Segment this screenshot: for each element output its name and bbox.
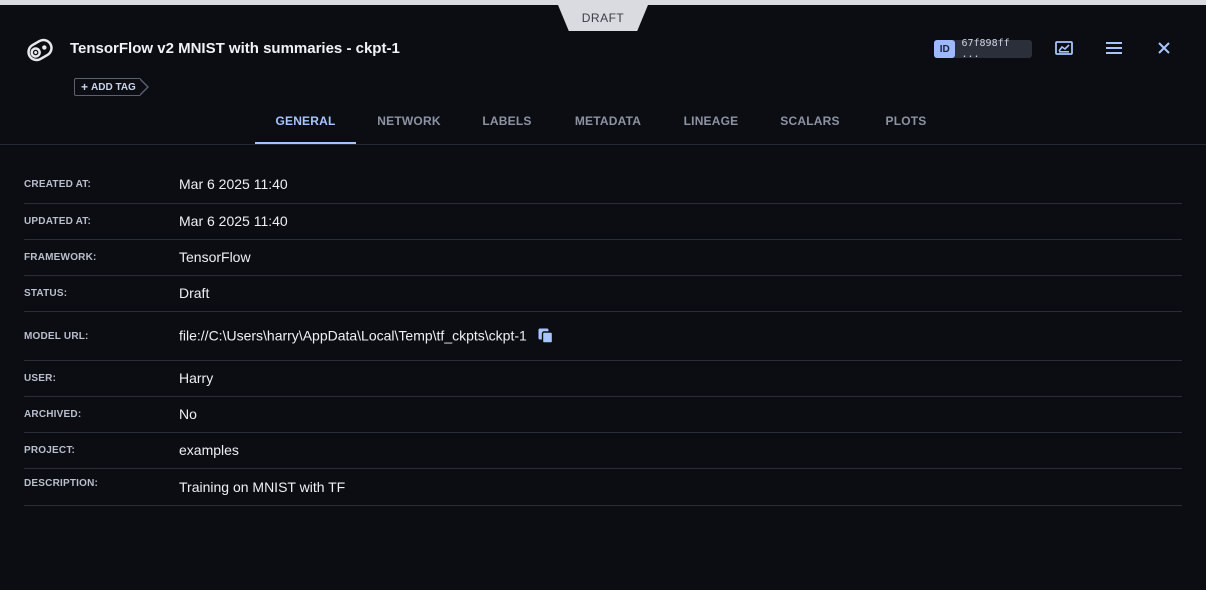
page-title: TensorFlow v2 MNIST with summaries - ckp… (70, 40, 400, 57)
field-value: examples (179, 442, 239, 458)
field-value: Draft (179, 285, 210, 301)
field-row-framework: FRAMEWORK: TensorFlow (24, 240, 1182, 276)
field-label: PROJECT: (24, 445, 76, 456)
status-tab: DRAFT (558, 5, 648, 31)
field-label: USER: (24, 373, 57, 384)
field-row-archived: ARCHIVED: No (24, 397, 1182, 433)
field-value: file://C:\Users\harry\AppData\Local\Temp… (179, 327, 527, 344)
field-label: STATUS: (24, 288, 68, 299)
general-fields: CREATED AT: Mar 6 2025 11:40 UPDATED AT:… (24, 168, 1182, 506)
chart-button[interactable] (1052, 38, 1076, 62)
tag-shape (138, 78, 149, 96)
close-button[interactable] (1152, 38, 1176, 62)
add-tag-button[interactable]: + ADD TAG (74, 78, 149, 96)
field-label: CREATED AT: (24, 179, 92, 190)
field-label: MODEL URL: (24, 331, 89, 342)
field-value: Mar 6 2025 11:40 (179, 213, 288, 229)
field-row-model-url: MODEL URL: file://C:\Users\harry\AppData… (24, 312, 1182, 361)
copy-icon[interactable] (537, 327, 554, 347)
tab-network[interactable]: NETWORK (368, 100, 450, 142)
tab-general[interactable]: GENERAL (255, 100, 356, 144)
field-row-status: STATUS: Draft (24, 276, 1182, 312)
model-gear-icon (24, 34, 56, 66)
tab-labels[interactable]: LABELS (472, 100, 542, 142)
add-tag-label: ADD TAG (91, 81, 136, 93)
tab-plots[interactable]: PLOTS (876, 100, 936, 142)
id-badge: ID (934, 40, 956, 58)
field-label: FRAMEWORK: (24, 252, 97, 263)
field-row-description: DESCRIPTION: Training on MNIST with TF (24, 469, 1182, 506)
chart-icon (1055, 40, 1073, 61)
tab-scalars[interactable]: SCALARS (772, 100, 848, 142)
field-label: ARCHIVED: (24, 409, 82, 420)
menu-icon (1105, 41, 1123, 60)
id-chip[interactable]: ID 67f898ff ... (934, 38, 1032, 60)
tab-lineage[interactable]: LINEAGE (676, 100, 746, 142)
field-row-updated: UPDATED AT: Mar 6 2025 11:40 (24, 204, 1182, 240)
top-strip (0, 0, 1206, 5)
field-value: No (179, 406, 197, 422)
field-label: DESCRIPTION: (24, 478, 99, 489)
tab-bar: GENERAL NETWORK LABELS METADATA LINEAGE … (0, 100, 1206, 145)
field-row-user: USER: Harry (24, 361, 1182, 397)
tab-metadata[interactable]: METADATA (566, 100, 650, 142)
close-icon (1157, 41, 1171, 60)
field-row-created: CREATED AT: Mar 6 2025 11:40 (24, 168, 1182, 204)
field-label: UPDATED AT: (24, 216, 92, 227)
field-value: Training on MNIST with TF (179, 479, 346, 495)
model-url-value: file://C:\Users\harry\AppData\Local\Temp… (179, 327, 554, 347)
id-value: 67f898ff ... (961, 38, 1010, 60)
field-row-project: PROJECT: examples (24, 433, 1182, 469)
field-value: Harry (179, 370, 214, 386)
field-value: Mar 6 2025 11:40 (179, 176, 288, 192)
field-value: TensorFlow (179, 249, 251, 265)
plus-icon: + (81, 80, 89, 94)
menu-button[interactable] (1102, 38, 1126, 62)
